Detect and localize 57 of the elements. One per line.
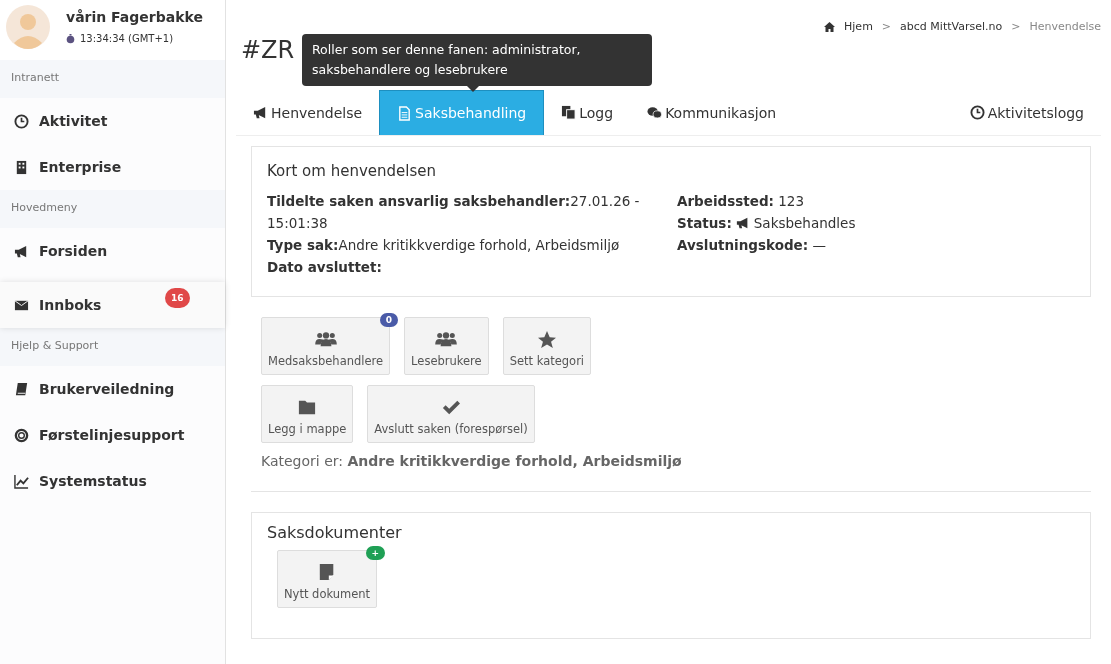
breadcrumb-separator: > xyxy=(1011,20,1021,33)
tab[interactable]: Logg xyxy=(544,90,631,135)
check-icon xyxy=(440,398,462,416)
file-icon xyxy=(397,105,413,121)
clock-icon xyxy=(969,105,985,120)
nav-item[interactable]: Førstelinjesupport xyxy=(0,412,225,458)
book-icon xyxy=(14,381,29,397)
category-text: Kategori er: Andre kritikkverdige forhold, Arbeidsmiljø xyxy=(261,453,683,469)
info-field: Type sak:Andre kritikkverdige forhold, Arbeidsmiljø xyxy=(267,234,677,256)
action-button[interactable]: Lesebrukere xyxy=(404,317,489,375)
lifering-icon xyxy=(14,427,29,443)
panel-title: Kort om henvendelsen xyxy=(267,162,437,180)
stopwatch-icon xyxy=(66,33,75,44)
tooltip: Roller som ser denne fanen: administrator, saksbehandlere og lesebrukere xyxy=(302,34,652,86)
panel-title: Saksdokumenter xyxy=(267,523,403,542)
chat-icon xyxy=(647,105,663,120)
bullhorn-icon xyxy=(735,216,750,230)
info-field: Tildelte saken ansvarlig saksbehandler:27.01.26 - 15:01:38 xyxy=(267,190,677,234)
users-icon xyxy=(435,330,458,348)
field-label: Status: xyxy=(677,214,732,233)
breadcrumb-link[interactable]: abcd MittVarsel.no xyxy=(900,20,1003,33)
breadcrumb-separator: > xyxy=(881,20,892,33)
section-label: Hovedmeny xyxy=(0,190,225,228)
user-name: vårin Fagerbakke xyxy=(66,9,203,25)
add-badge: + xyxy=(365,546,386,560)
tab[interactable]: Aktivitetslogg xyxy=(952,90,1101,135)
user-time: 13:34:34 (GMT+1) xyxy=(80,33,174,44)
nav-item[interactable]: Systemstatus xyxy=(0,458,225,504)
bullhorn-icon xyxy=(14,243,29,259)
count-badge: 16 xyxy=(165,288,190,308)
nav-item[interactable]: Brukerveiledning xyxy=(0,366,225,412)
action-button[interactable]: Avslutt saken (forespørsel) xyxy=(367,385,535,443)
chart-icon xyxy=(14,473,29,489)
breadcrumb-link[interactable]: Hjem xyxy=(844,20,873,33)
bullhorn-icon xyxy=(253,105,268,120)
action-button[interactable]: Legg i mappe xyxy=(261,385,354,443)
action-button[interactable]: Sett kategori xyxy=(502,317,592,375)
nav-item[interactable]: Aktivitet xyxy=(0,98,225,144)
info-field: Avslutningskode: — xyxy=(677,234,826,256)
tab[interactable]: Kommunikasjon xyxy=(630,90,794,135)
section-label: Hjelp & Support xyxy=(0,328,225,366)
nav-item[interactable]: Forsiden xyxy=(0,228,225,274)
building-icon xyxy=(14,159,29,175)
home-icon xyxy=(824,21,836,32)
tab[interactable]: Henvendelse xyxy=(236,90,380,135)
copy-icon xyxy=(561,105,577,120)
avatar-icon xyxy=(6,5,50,49)
status-value: Saksbehandles xyxy=(753,214,856,233)
users-icon xyxy=(314,330,337,348)
info-field: Arbeidssted: 123 xyxy=(677,190,805,212)
nav-item[interactable]: Enterprise xyxy=(0,144,225,190)
envelope-icon xyxy=(14,297,29,313)
clock-icon xyxy=(14,113,29,129)
section-label: Intranett xyxy=(0,60,225,98)
info-field: Dato avsluttet: xyxy=(267,256,677,278)
page-title: #ZR xyxy=(241,36,295,64)
count-badge: 0 xyxy=(379,313,399,327)
